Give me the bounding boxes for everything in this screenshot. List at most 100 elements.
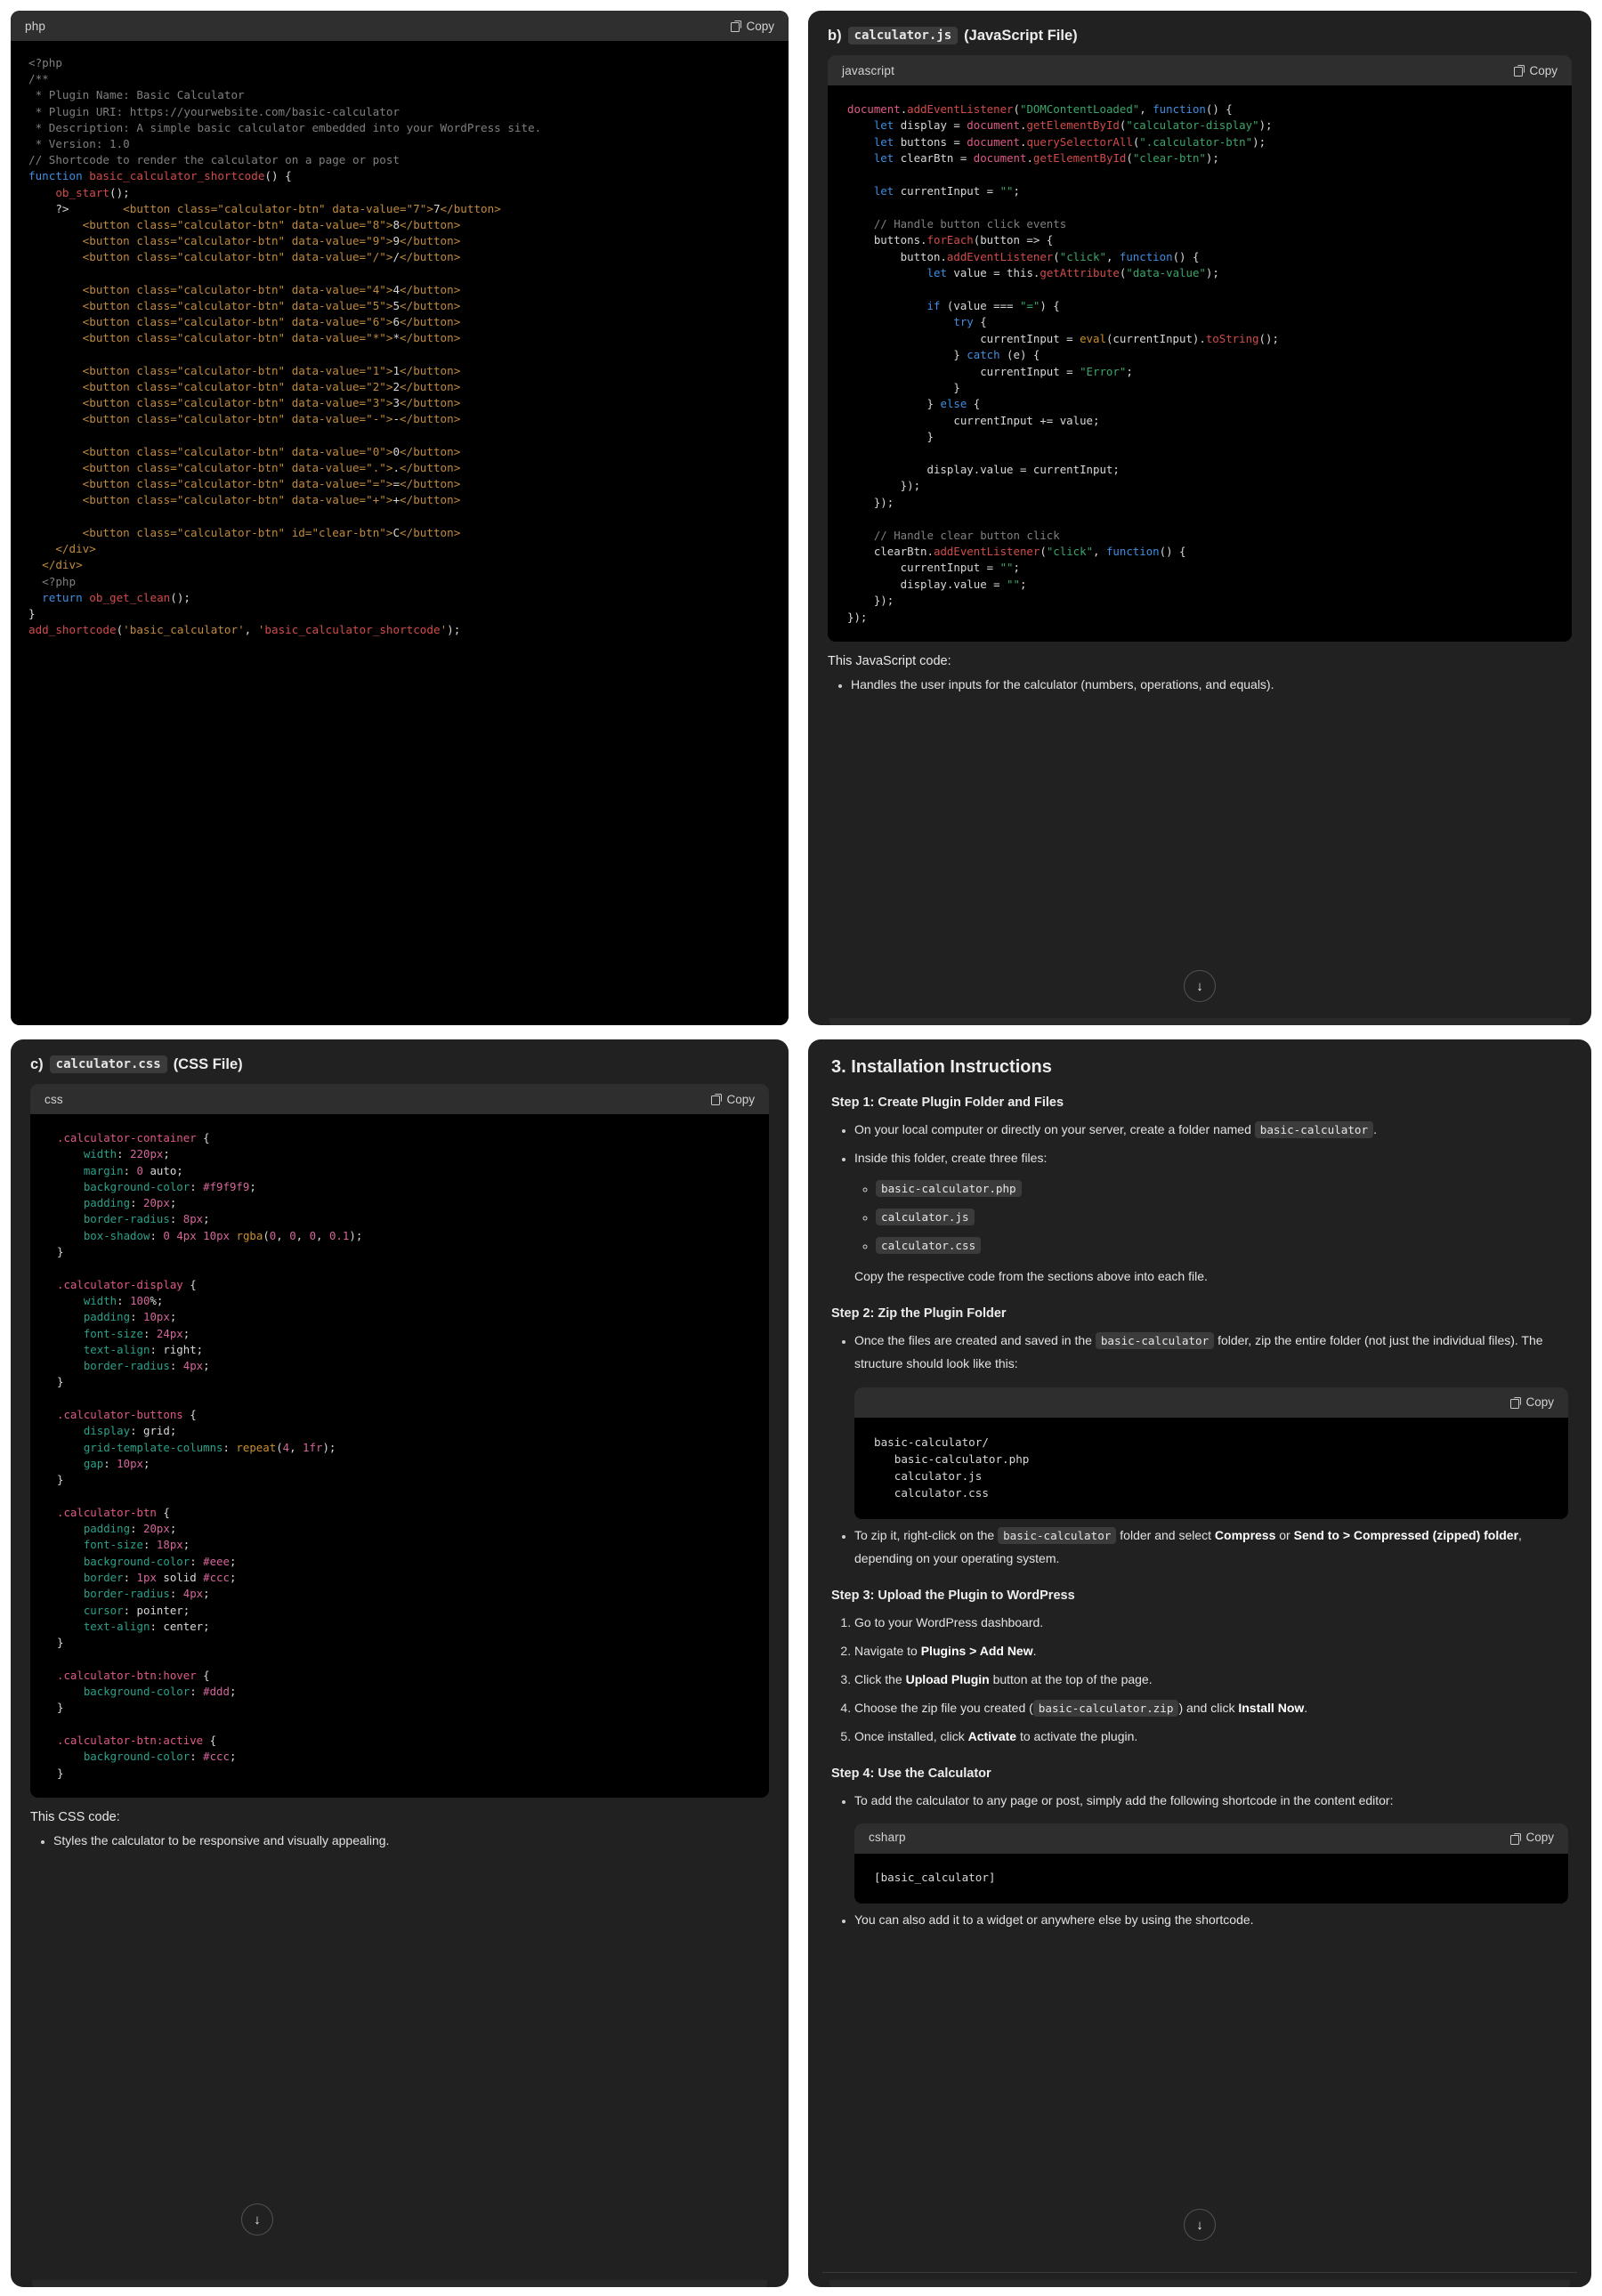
list-item: basic-calculator.php <box>876 1177 1568 1201</box>
javascript-copy-label: Copy <box>1529 64 1558 77</box>
step2-b1-pre: Once the files are created and saved in … <box>854 1333 1092 1347</box>
zip-file-code: basic-calculator.zip <box>1033 1700 1179 1717</box>
shortcode-code-language: csharp <box>869 1827 906 1849</box>
step-1-title: Step 1: Create Plugin Folder and Files <box>831 1095 1568 1110</box>
divider <box>822 2272 1577 2273</box>
list-item: Once installed, click Activate to activa… <box>854 1726 1568 1749</box>
css-code-text: .calculator-container { width: 220px; ma… <box>30 1114 769 1798</box>
copy-icon <box>1514 65 1525 76</box>
css-title-suffix: (CSS File) <box>174 1056 243 1073</box>
installation-card-body: 3. Installation Instructions Step 1: Cre… <box>808 1039 1591 1932</box>
file-css-code: calculator.css <box>876 1237 981 1254</box>
step2-or: or <box>1279 1528 1290 1542</box>
css-explain-lead: This CSS code: <box>30 1810 769 1824</box>
php-code-language: php <box>25 20 45 33</box>
javascript-code-header: javascript Copy <box>828 55 1572 85</box>
css-code-block: css Copy .calculator-container { width: … <box>30 1084 769 1798</box>
s3i5-bold: Activate <box>968 1729 1016 1743</box>
javascript-code-text: document.addEventListener("DOMContentLoa… <box>828 85 1572 642</box>
file-js-code: calculator.js <box>876 1209 975 1225</box>
s3i4-mid: ) and click <box>1178 1701 1238 1715</box>
s3i2-pre: Navigate to <box>854 1644 921 1658</box>
s3i4-bold: Install Now <box>1238 1701 1304 1715</box>
scroll-down-icon[interactable]: ↓ <box>1184 2209 1216 2241</box>
step-4-title: Step 4: Use the Calculator <box>831 1766 1568 1781</box>
card-stack-edge <box>829 1018 1570 1025</box>
scroll-down-icon[interactable]: ↓ <box>1184 970 1216 1002</box>
css-code-header: css Copy <box>30 1084 769 1114</box>
php-code-block: php Copy <?php /** * Plugin Name: Basic … <box>11 11 789 1025</box>
shortcode-copy-label: Copy <box>1525 1827 1554 1849</box>
copy-icon <box>1510 1833 1521 1844</box>
step1-b1-pre: On your local computer or directly on yo… <box>854 1122 1251 1136</box>
step-2-list: Once the files are created and saved in … <box>831 1330 1568 1572</box>
javascript-code-block: javascript Copy document.addEventListene… <box>828 55 1572 642</box>
javascript-card-body: b) calculator.js (JavaScript File) javas… <box>808 11 1591 697</box>
step2-b2-pre: To zip it, right-click on the <box>854 1528 994 1542</box>
css-copy-button[interactable]: Copy <box>711 1093 755 1106</box>
s3i4-pre: Choose the zip file you created ( <box>854 1701 1033 1715</box>
step2-b2-mid: folder and select <box>1120 1528 1211 1542</box>
javascript-explain-lead: This JavaScript code: <box>828 654 1572 668</box>
step-1-file-list: basic-calculator.php calculator.js calcu… <box>854 1177 1568 1257</box>
copy-icon <box>711 1094 722 1104</box>
panel-javascript: b) calculator.js (JavaScript File) javas… <box>801 0 1602 1032</box>
installation-card: 3. Installation Instructions Step 1: Cre… <box>808 1039 1591 2287</box>
list-item: Click the Upload Plugin button at the to… <box>854 1669 1568 1692</box>
shortcode-code-text: [basic_calculator] <box>854 1854 1568 1904</box>
list-item: Choose the zip file you created (basic-c… <box>854 1697 1568 1720</box>
list-item: Inside this folder, create three files: … <box>854 1147 1568 1289</box>
s3i5-pre: Once installed, click <box>854 1729 968 1743</box>
list-item: You can also add it to a widget or anywh… <box>854 1909 1568 1932</box>
s3i1-pre: Go to your WordPress dashboard. <box>854 1615 1043 1629</box>
css-card-body: c) calculator.css (CSS File) css Copy .c… <box>11 1039 789 1853</box>
css-explain-list: Styles the calculator to be responsive a… <box>30 1830 769 1853</box>
s3i5-post: to activate the plugin. <box>1016 1729 1137 1743</box>
tree-code-text: basic-calculator/ basic-calculator.php c… <box>854 1418 1568 1519</box>
php-copy-button[interactable]: Copy <box>731 20 774 33</box>
shortcode-copy-button[interactable]: Copy <box>1510 1827 1554 1849</box>
step-1-list: On your local computer or directly on yo… <box>831 1119 1568 1289</box>
list-item: To add the calculator to any page or pos… <box>854 1790 1568 1904</box>
step4-b2: You can also add it to a widget or anywh… <box>854 1912 1254 1927</box>
javascript-title-suffix: (JavaScript File) <box>964 28 1077 44</box>
shortcode-code-header: csharp Copy <box>854 1823 1568 1854</box>
panel-installation: 3. Installation Instructions Step 1: Cre… <box>801 1032 1602 2296</box>
screenshot-root: php Copy <?php /** * Plugin Name: Basic … <box>0 0 1602 2296</box>
list-item: Handles the user inputs for the calculat… <box>851 674 1572 697</box>
tree-copy-button[interactable]: Copy <box>1510 1392 1554 1414</box>
step4-b1: To add the calculator to any page or pos… <box>854 1793 1393 1807</box>
s3i4-post: . <box>1304 1701 1307 1715</box>
step-2-title: Step 2: Zip the Plugin Folder <box>831 1306 1568 1321</box>
compress-label: Compress <box>1215 1528 1275 1542</box>
card-stack-edge <box>829 2280 1570 2287</box>
step1-b2: Inside this folder, create three files: <box>854 1151 1047 1165</box>
tree-code-block: Copy basic-calculator/ basic-calculator.… <box>854 1387 1568 1519</box>
card-stack-edge <box>32 2280 767 2287</box>
css-copy-label: Copy <box>726 1093 755 1106</box>
s3i3-pre: Click the <box>854 1672 906 1686</box>
css-title-prefix: c) <box>30 1056 44 1073</box>
list-item: On your local computer or directly on yo… <box>854 1119 1568 1142</box>
step1-b1-post: . <box>1373 1122 1377 1136</box>
step-3-list: Go to your WordPress dashboard. Navigate… <box>831 1612 1568 1748</box>
scroll-down-icon[interactable]: ↓ <box>241 2203 273 2235</box>
shortcode-code-block: csharp Copy [basic_calculator] <box>854 1823 1568 1904</box>
javascript-card: b) calculator.js (JavaScript File) javas… <box>808 11 1591 1025</box>
list-item: calculator.js <box>876 1206 1568 1229</box>
javascript-code-language: javascript <box>842 64 894 77</box>
panel-css: c) calculator.css (CSS File) css Copy .c… <box>0 1032 801 2296</box>
tree-copy-label: Copy <box>1525 1392 1554 1414</box>
tree-code-header: Copy <box>854 1387 1568 1418</box>
list-item: calculator.css <box>876 1234 1568 1257</box>
javascript-copy-button[interactable]: Copy <box>1514 64 1558 77</box>
s3i2-bold: Plugins > Add New <box>921 1644 1033 1658</box>
step1-note: Copy the respective code from the sectio… <box>854 1265 1568 1288</box>
copy-icon <box>731 20 741 31</box>
s3i3-post: button at the top of the page. <box>990 1672 1153 1686</box>
javascript-title-prefix: b) <box>828 28 842 44</box>
installation-heading: 3. Installation Instructions <box>831 1057 1568 1078</box>
css-card: c) calculator.css (CSS File) css Copy .c… <box>11 1039 789 2287</box>
php-copy-label: Copy <box>746 20 774 33</box>
step-3-title: Step 3: Upload the Plugin to WordPress <box>831 1589 1568 1603</box>
